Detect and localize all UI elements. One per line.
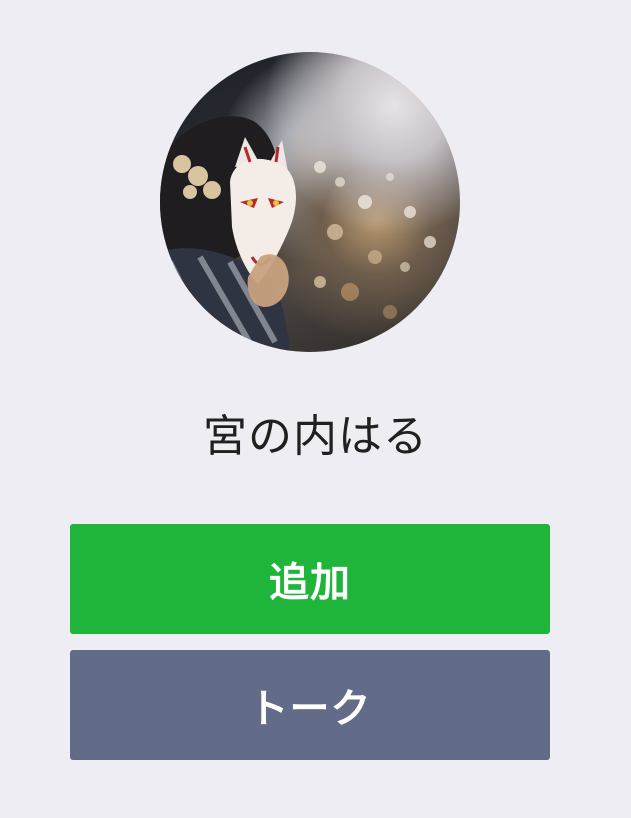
avatar-image bbox=[160, 116, 436, 352]
profile-avatar[interactable] bbox=[160, 52, 460, 352]
profile-name: 宮の内はる bbox=[203, 411, 428, 462]
talk-button[interactable]: トーク bbox=[70, 650, 550, 760]
add-friend-button[interactable]: 追加 bbox=[70, 524, 550, 634]
